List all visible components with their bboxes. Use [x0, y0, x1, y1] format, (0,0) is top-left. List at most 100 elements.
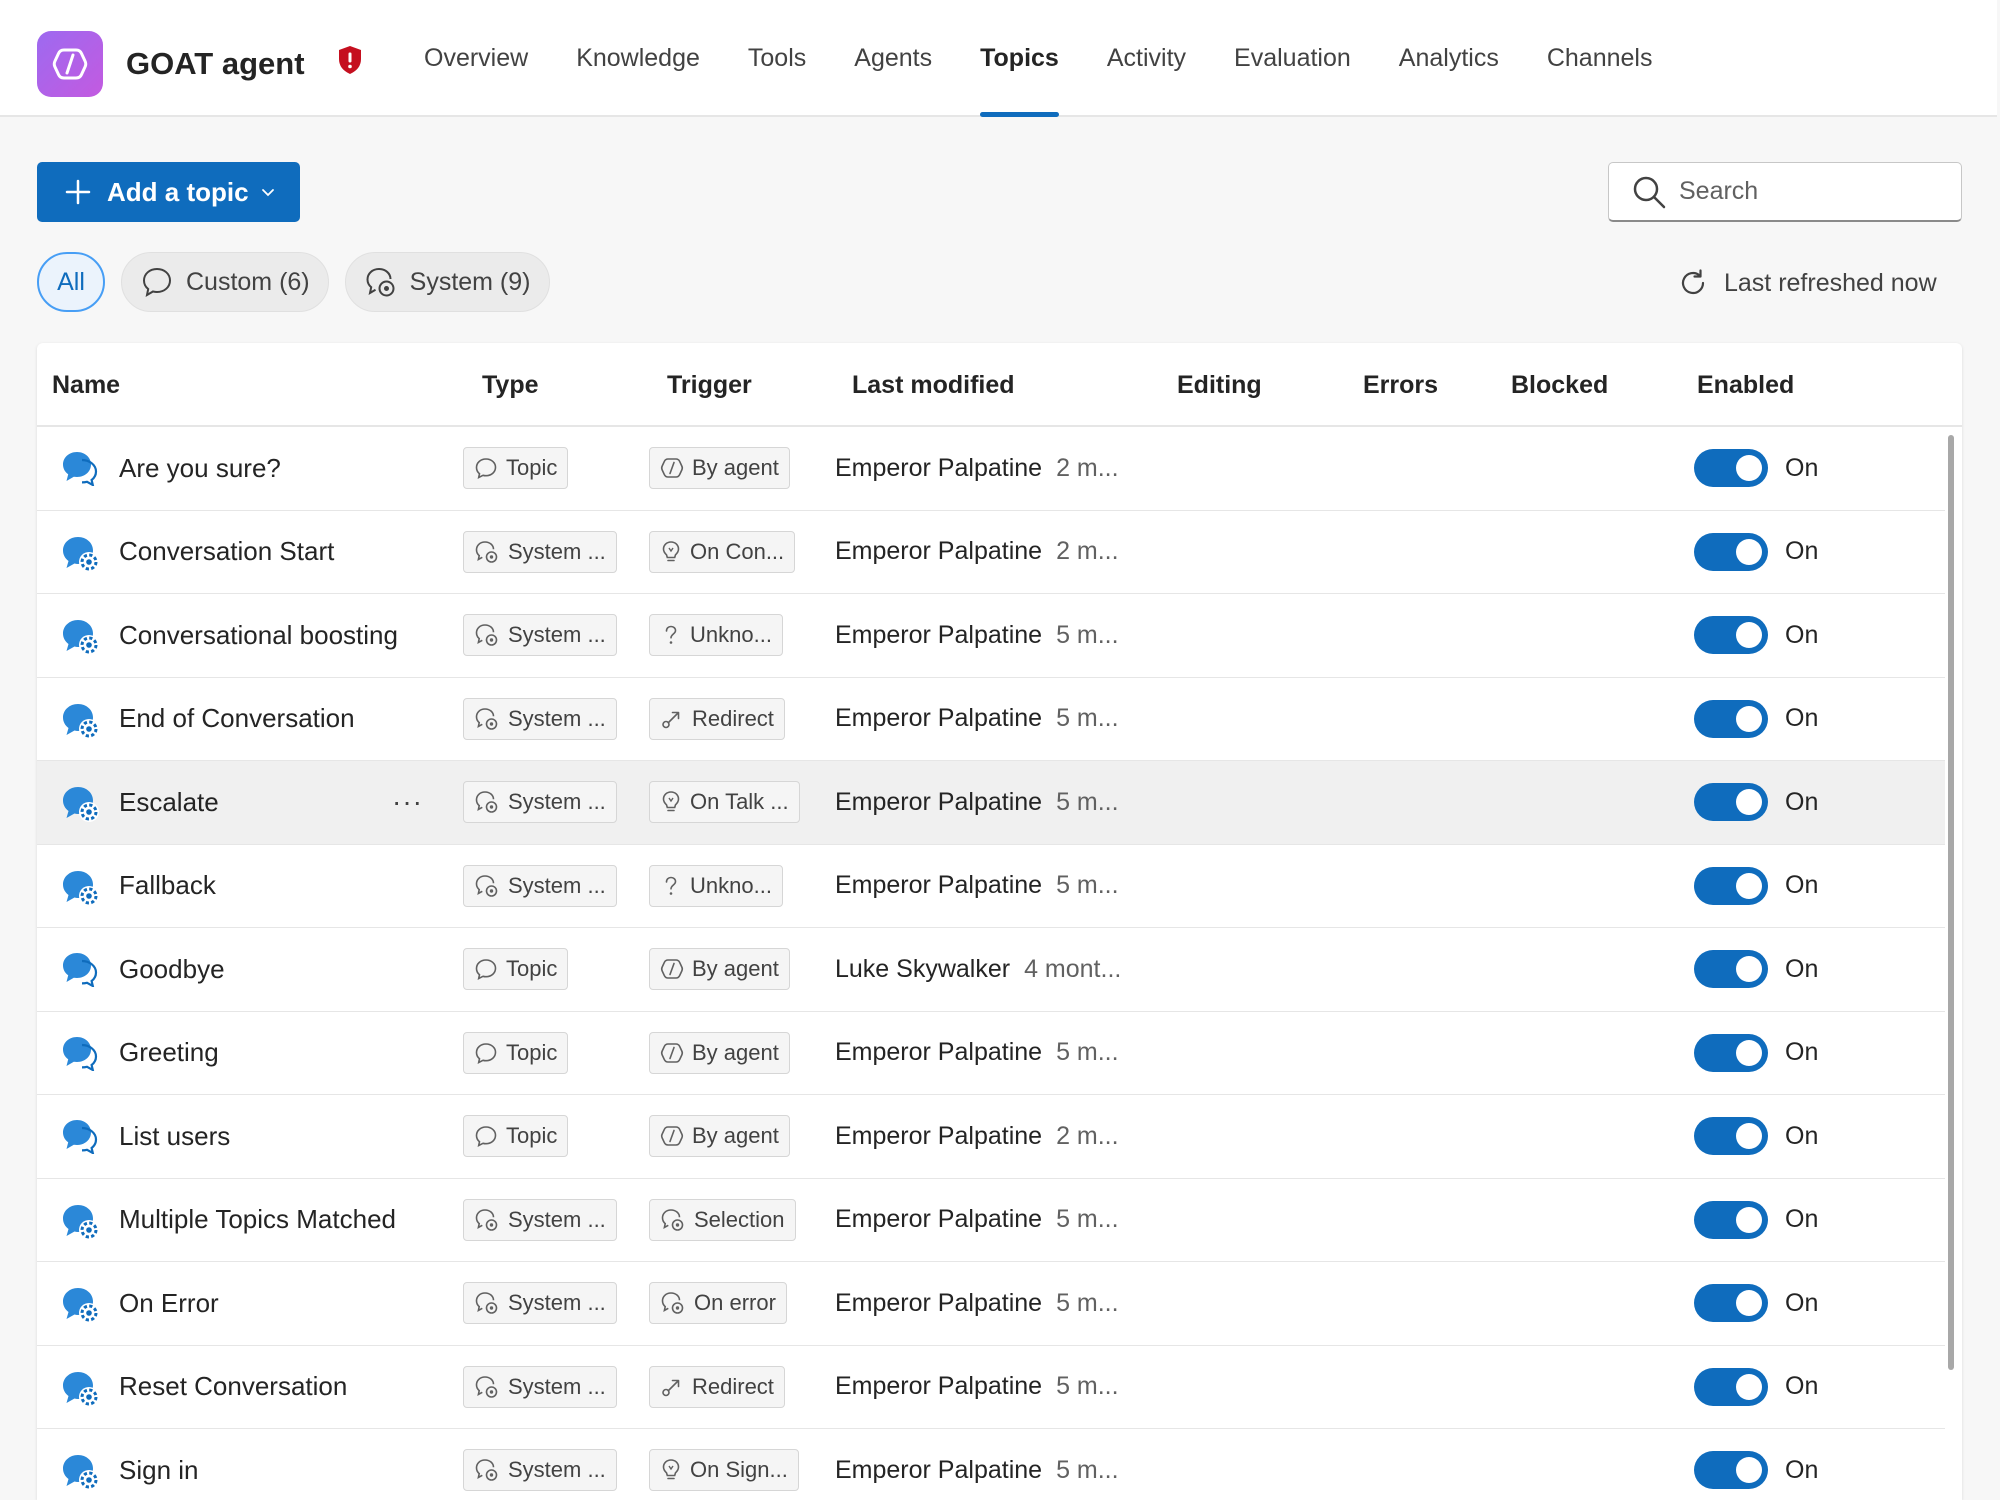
trigger-badge: By agent [649, 447, 790, 489]
table-row[interactable]: End of Conversation System ... Redirect Emp… [37, 678, 1945, 761]
add-topic-button[interactable]: Add a topic [37, 162, 300, 222]
tab-overview[interactable]: Overview [400, 0, 552, 117]
topic-name-link[interactable]: Conversation Start [119, 511, 334, 593]
trigger-label: On Con... [690, 538, 785, 564]
topic-name-link[interactable]: Sign in [119, 1429, 199, 1500]
table-scrollbar[interactable] [1948, 435, 1954, 1370]
shield-alert-icon[interactable] [337, 45, 363, 75]
table-row[interactable]: Reset Conversation System ... Redirect Empe… [37, 1346, 1945, 1429]
type-badge: System ... [463, 1365, 617, 1408]
filter-all-chip[interactable]: All [37, 252, 105, 312]
table-row[interactable]: Sign in System ... On Sign... Emperor Palpa… [37, 1429, 1945, 1500]
topic-name-link[interactable]: End of Conversation [119, 678, 355, 760]
table-row[interactable]: Fallback System ... Unkno... Emperor Palpat… [37, 845, 1945, 928]
topic-name-link[interactable]: Greeting [119, 1012, 219, 1094]
enabled-toggle[interactable] [1694, 532, 1768, 571]
main-nav: Overview Knowledge Tools Agents Topics A… [400, 0, 1676, 117]
column-header-editing[interactable]: Editing [1177, 371, 1262, 400]
enabled-toggle[interactable] [1694, 950, 1768, 988]
system-chat-icon [474, 622, 508, 648]
table-row[interactable]: Conversation Start System ... On Con... Emp… [37, 511, 1945, 594]
enabled-toggle[interactable] [1694, 783, 1768, 821]
search-input[interactable] [1679, 177, 1929, 206]
filter-system-chip[interactable]: System (9) [344, 252, 550, 312]
topic-name-link[interactable]: List users [119, 1095, 230, 1177]
table-row[interactable]: Multiple Topics Matched System ... Selecti… [37, 1179, 1945, 1262]
enabled-toggle[interactable] [1694, 1033, 1768, 1072]
column-header-name[interactable]: Name [52, 371, 120, 400]
enabled-toggle[interactable] [1694, 616, 1768, 654]
tab-activity[interactable]: Activity [1083, 0, 1210, 117]
trigger-badge: By agent [649, 1031, 790, 1074]
type-label: System ... [508, 1290, 606, 1315]
trigger-label: Unkno... [690, 872, 772, 898]
type-label: Topic [506, 956, 558, 981]
topic-name-link[interactable]: On Error [119, 1262, 219, 1344]
type-label: System ... [508, 705, 606, 731]
enabled-label: On [1785, 1455, 1819, 1484]
column-header-enabled[interactable]: Enabled [1697, 371, 1794, 400]
tab-topics[interactable]: Topics [956, 0, 1083, 117]
refresh-button[interactable]: Last refreshed now [1678, 268, 1937, 298]
column-header-trigger[interactable]: Trigger [667, 371, 752, 400]
trigger-badge: On Con... [649, 530, 796, 573]
filter-custom-chip[interactable]: Custom (6) [121, 252, 329, 312]
search-icon [1609, 174, 1679, 210]
last-modified: Emperor Palpatine 2 m... [835, 1095, 1119, 1177]
tab-agents[interactable]: Agents [830, 0, 956, 117]
last-modified: Emperor Palpatine 5 m... [835, 761, 1119, 843]
system-chat-icon [660, 1290, 694, 1316]
modified-by: Emperor Palpatine [835, 1121, 1043, 1150]
last-modified: Emperor Palpatine 5 m... [835, 845, 1119, 927]
topic-name-link[interactable]: Goodbye [119, 928, 225, 1010]
trigger-badge: On Sign... [649, 1449, 799, 1491]
topic-name-link[interactable]: Conversational boosting [119, 594, 398, 676]
table-row[interactable]: Greeting Topic By agent Emperor Palpatine 5 … [37, 1012, 1945, 1095]
table-row[interactable]: List users Topic By agent Emperor Palpatine… [37, 1095, 1945, 1179]
modified-time: 5 m... [1056, 1205, 1119, 1233]
topic-name-link[interactable]: Escalate [119, 761, 219, 843]
system-chat-icon [474, 1290, 508, 1316]
tab-knowledge[interactable]: Knowledge [552, 0, 724, 117]
topics-table: Name Type Trigger Last modified Editing … [37, 343, 1962, 1500]
topic-name-link[interactable]: Are you sure? [119, 427, 281, 509]
tab-analytics[interactable]: Analytics [1375, 0, 1523, 117]
table-row[interactable]: Are you sure? Topic By agent Emperor Palpat… [37, 427, 1945, 511]
trigger-badge: By agent [649, 948, 790, 990]
type-label: Topic [506, 1039, 558, 1065]
column-header-blocked[interactable]: Blocked [1511, 371, 1608, 400]
tab-evaluation[interactable]: Evaluation [1210, 0, 1375, 117]
search-field[interactable] [1608, 162, 1962, 222]
trigger-label: On Sign... [690, 1457, 788, 1482]
enabled-toggle[interactable] [1694, 699, 1768, 738]
enabled-label: On [1785, 787, 1819, 816]
table-row[interactable]: Goodbye Topic By agent Luke Skywalker 4 mont… [37, 928, 1945, 1012]
system-topic-icon [61, 1285, 101, 1325]
tab-tools[interactable]: Tools [724, 0, 830, 117]
enabled-toggle[interactable] [1694, 1367, 1768, 1406]
enabled-toggle[interactable] [1694, 449, 1768, 487]
enabled-toggle[interactable] [1694, 1284, 1768, 1322]
enabled-toggle[interactable] [1694, 866, 1768, 905]
more-options-button[interactable]: ··· [392, 761, 423, 843]
refresh-label: Last refreshed now [1724, 268, 1937, 297]
modified-time: 5 m... [1056, 704, 1119, 732]
type-badge: Topic [463, 1115, 569, 1157]
column-header-type[interactable]: Type [482, 371, 539, 400]
tab-channels[interactable]: Channels [1523, 0, 1677, 117]
enabled-toggle[interactable] [1694, 1200, 1768, 1239]
trigger-badge: On Talk ... [649, 781, 800, 823]
column-header-last-modified[interactable]: Last modified [852, 371, 1015, 400]
table-row[interactable]: Conversational boosting System ... Unkno..… [37, 594, 1945, 678]
topic-name-link[interactable]: Reset Conversation [119, 1346, 347, 1428]
type-badge: System ... [463, 864, 617, 907]
topic-name-link[interactable]: Multiple Topics Matched [119, 1179, 396, 1261]
column-header-errors[interactable]: Errors [1363, 371, 1438, 400]
enabled-toggle[interactable] [1694, 1117, 1768, 1155]
enabled-toggle[interactable] [1694, 1451, 1768, 1489]
system-chat-icon [474, 1457, 508, 1483]
table-row[interactable]: On Error System ... On error Emperor Palpat… [37, 1262, 1945, 1346]
last-modified: Emperor Palpatine 5 m... [835, 1429, 1119, 1500]
topic-name-link[interactable]: Fallback [119, 845, 216, 927]
table-row[interactable]: Escalate ··· System ... On Talk ... Emperor … [37, 761, 1945, 845]
